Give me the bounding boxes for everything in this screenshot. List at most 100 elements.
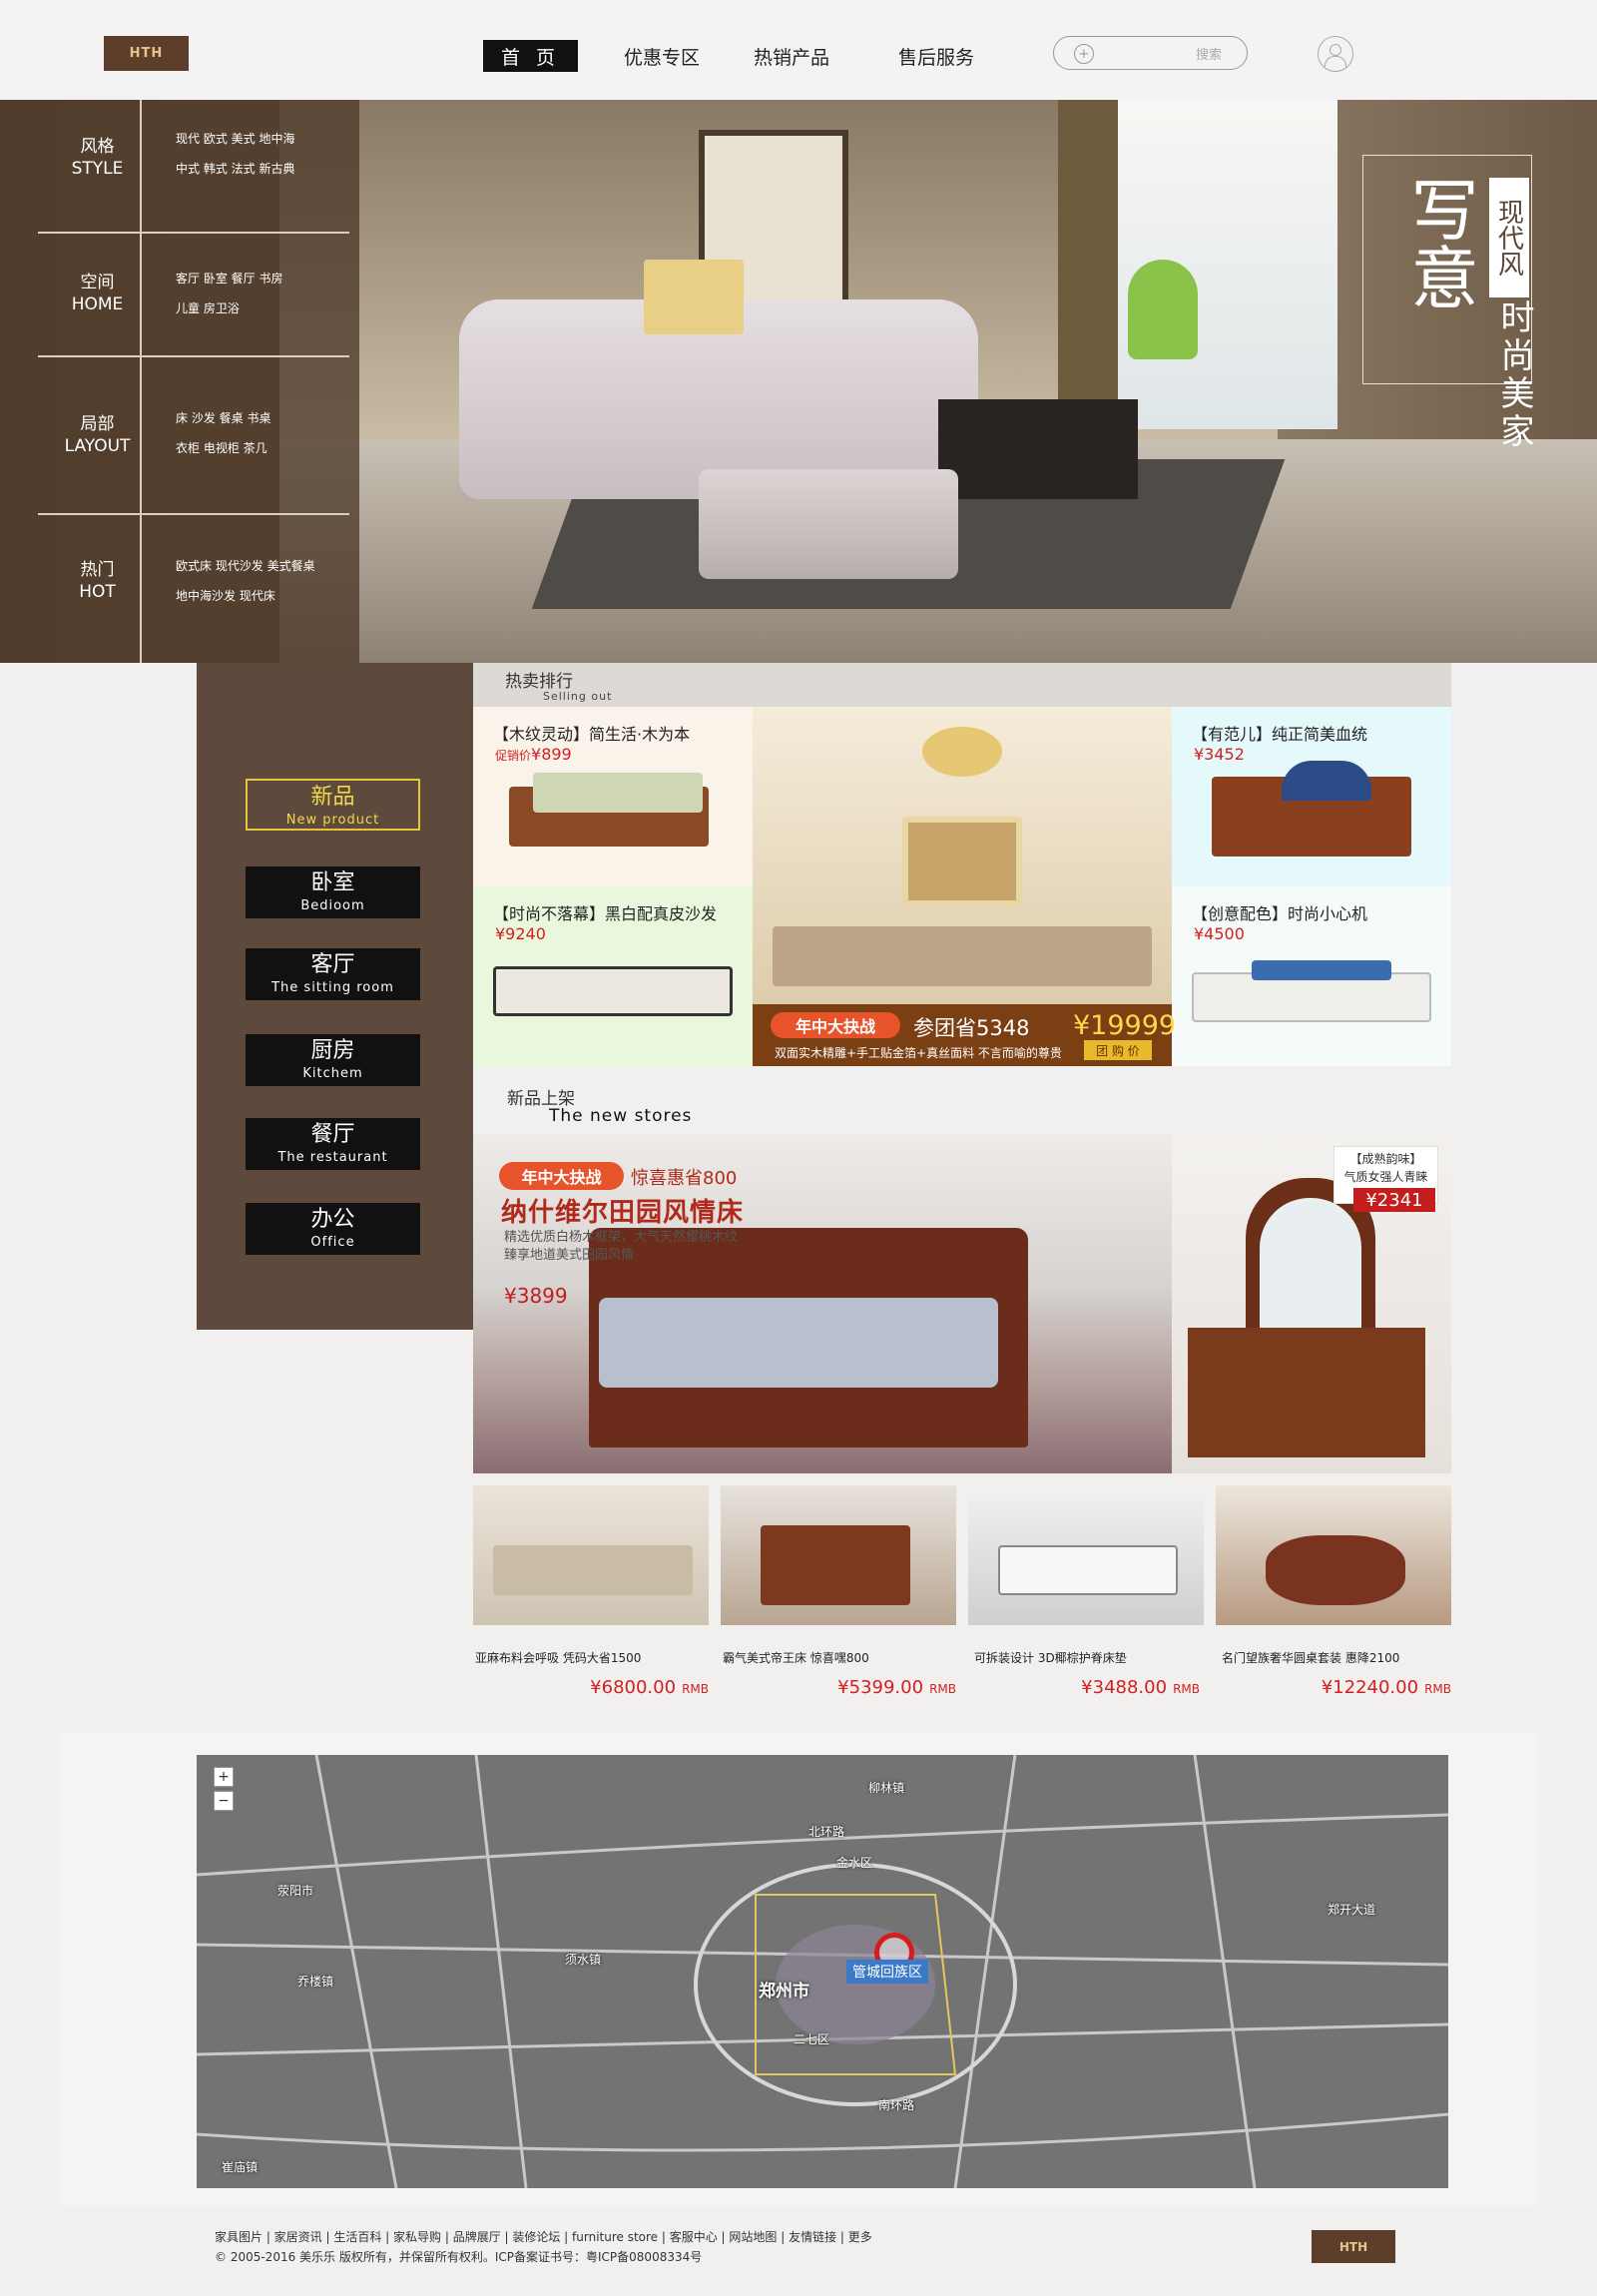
search-icon[interactable]: + [1074, 44, 1094, 64]
hero-ottoman [699, 469, 958, 579]
product-grid-image[interactable] [968, 1485, 1204, 1625]
map-place-label: 金水区 [836, 1856, 873, 1870]
product-image [1266, 1535, 1405, 1605]
product-image [1252, 960, 1391, 980]
category-layout[interactable]: 局部 LAYOUT [30, 413, 165, 457]
product-name[interactable]: 名门望族奢华圆桌套装 惠降2100 [1222, 1649, 1399, 1666]
category-layout-links[interactable]: 床 沙发 餐桌 书桌 衣柜 电视柜 茶几 [176, 403, 355, 463]
product-image [533, 773, 703, 813]
product-card-american-bed[interactable]: 【有范儿】纯正简美血统 ¥3452 [1172, 707, 1451, 886]
hot-section-title: 热卖排行 [505, 672, 573, 692]
category-style[interactable]: 风格 STYLE [30, 136, 165, 180]
sidebar-item-kitchen[interactable]: 厨房 Kitchem [246, 1034, 420, 1086]
product-title: 【时尚不落幕】黑白配真皮沙发 [493, 904, 718, 923]
hero-banner: 风格 STYLE 现代 欧式 美式 地中海 中式 韩式 法式 新古典 空间 HOME … [0, 100, 1597, 663]
category-space-links[interactable]: 客厅 卧室 餐厅 书房 儿童 房卫浴 [176, 264, 355, 323]
product-grid-image[interactable] [473, 1485, 709, 1625]
map-place-label: 崔庙镇 [222, 2160, 259, 2174]
map-city-label: 郑州市 [759, 1982, 809, 2002]
hero-chair [1128, 260, 1198, 359]
product-card-creative-sofa[interactable]: 【创意配色】时尚小心机 ¥4500 [1172, 886, 1451, 1066]
product-grid-image[interactable] [721, 1485, 956, 1625]
map-place-label: 乔楼镇 [297, 1975, 334, 1989]
slogan-title: 写意 [1398, 175, 1477, 310]
promo-price: ¥19999 [1073, 1010, 1177, 1041]
dresser-image [1188, 1328, 1425, 1457]
nav-home[interactable]: 首 页 [483, 40, 578, 72]
product-name[interactable]: 可拆装设计 3D椰棕护脊床垫 [974, 1649, 1127, 1666]
sidebar-item-living-room[interactable]: 客厅 The sitting room [246, 948, 420, 1000]
product-price: ¥9240 [495, 924, 546, 943]
divider [38, 513, 349, 515]
product-name[interactable]: 亚麻布料会呼吸 凭码大省1500 [475, 1649, 641, 1666]
dresser-price: ¥2341 [1353, 1188, 1435, 1212]
banner-badge: 年中大抉战 [499, 1162, 624, 1190]
map-roads [197, 1755, 1448, 2188]
map-place-label: 北环路 [808, 1825, 845, 1839]
footer-logo[interactable]: HTH [1312, 2230, 1395, 2263]
banner-price: ¥3899 [504, 1284, 568, 1308]
location-map[interactable] [197, 1755, 1448, 2188]
product-image [902, 817, 1022, 906]
dresser-tag-subtitle: 气质女强人青睐 [1343, 1170, 1428, 1184]
product-image [761, 1525, 910, 1605]
sidebar-item-restaurant[interactable]: 餐厅 The restaurant [246, 1118, 420, 1170]
sidebar-item-office[interactable]: 办公 Office [246, 1203, 420, 1255]
product-price: ¥5399.00 RMB [837, 1677, 956, 1698]
product-price: ¥3452 [1194, 745, 1245, 764]
category-hot-links[interactable]: 欧式床 现代沙发 美式餐桌 地中海沙发 现代床 [176, 551, 355, 611]
product-grid-image[interactable] [1216, 1485, 1451, 1625]
user-icon[interactable] [1318, 36, 1353, 72]
product-image [922, 727, 1002, 777]
category-hot[interactable]: 热门 HOT [30, 559, 165, 603]
promo-saving: 参团省5348 [913, 1016, 1030, 1040]
dresser-tag-title: 【成熟韵味】 [1349, 1152, 1422, 1166]
map-place-label: 南环路 [878, 2098, 915, 2112]
category-style-links[interactable]: 现代 欧式 美式 地中海 中式 韩式 法式 新古典 [176, 124, 355, 184]
map-place-label: 荥阳市 [277, 1884, 314, 1898]
footer-copyright: © 2005-2016 美乐乐 版权所有，并保留所有权利。ICP备案证书号：粤I… [215, 2250, 703, 2264]
product-image [773, 926, 1152, 986]
slogan-tag: 现代风 [1489, 178, 1529, 297]
nav-after-sales[interactable]: 售后服务 [891, 40, 981, 72]
divider [38, 355, 349, 357]
hot-section-header [473, 663, 1451, 707]
product-price: ¥3488.00 RMB [1081, 1677, 1200, 1698]
footer-links[interactable]: 家具图片 | 家居资讯 | 生活百科 | 家私导购 | 品牌展厅 | 装修论坛 … [215, 2228, 872, 2245]
product-image [1282, 761, 1371, 801]
sidebar-item-bedroom[interactable]: 卧室 Bedioom [246, 866, 420, 918]
product-image [493, 1545, 693, 1595]
banner-title: 纳什维尔田园风情床 [501, 1198, 745, 1228]
product-price: ¥12240.00 RMB [1321, 1677, 1451, 1698]
site-logo[interactable]: HTH [104, 36, 189, 71]
promo-badge: 年中大抉战 [771, 1012, 900, 1038]
dresser-glass-image [1260, 1198, 1361, 1328]
banner-description: 精选优质白杨木框架，大气天然樱桃木纹 [504, 1230, 739, 1245]
sidebar-item-new[interactable]: 新品 New product [246, 779, 420, 831]
banner-promo: 惊喜惠省800 [631, 1168, 738, 1189]
product-image [998, 1545, 1178, 1595]
banner-description: 臻享地道美式田园风情 [504, 1248, 635, 1263]
promo-description: 双面实木精雕+手工贴金箔+真丝面料 不言而喻的尊贵 [775, 1046, 1062, 1060]
product-price: ¥6800.00 RMB [590, 1677, 709, 1698]
product-name[interactable]: 霸气美式帝王床 惊喜嘿800 [723, 1649, 869, 1666]
slogan-subtitle: 时尚美家 [1494, 299, 1534, 451]
product-title: 【木纹灵动】简生活·木为本 [493, 725, 691, 744]
map-zoom-in[interactable]: + [214, 1767, 234, 1787]
product-card-wood-bed[interactable]: 【木纹灵动】简生活·木为本 促销价¥899 [473, 707, 753, 886]
map-place-label: 柳林镇 [868, 1781, 905, 1795]
product-image [493, 966, 733, 1016]
search-button[interactable]: 搜索 [1196, 44, 1222, 63]
map-zoom-out[interactable]: − [214, 1791, 234, 1811]
map-district-label: 管城回族区 [846, 1960, 928, 1984]
category-space[interactable]: 空间 HOME [30, 272, 165, 315]
group-buy-button[interactable]: 团 购 价 [1084, 1040, 1152, 1060]
product-card-leather-sofa[interactable]: 【时尚不落幕】黑白配真皮沙发 ¥9240 [473, 886, 753, 1066]
nav-promotions[interactable]: 优惠专区 [613, 40, 711, 72]
product-price: 促销价¥899 [495, 745, 572, 764]
nav-hot-products[interactable]: 热销产品 [747, 40, 836, 72]
map-place-label: 须水镇 [565, 1953, 602, 1967]
map-place-label: 郑开大道 [1328, 1903, 1376, 1917]
hero-coffee-table [938, 399, 1138, 499]
divider [38, 232, 349, 234]
